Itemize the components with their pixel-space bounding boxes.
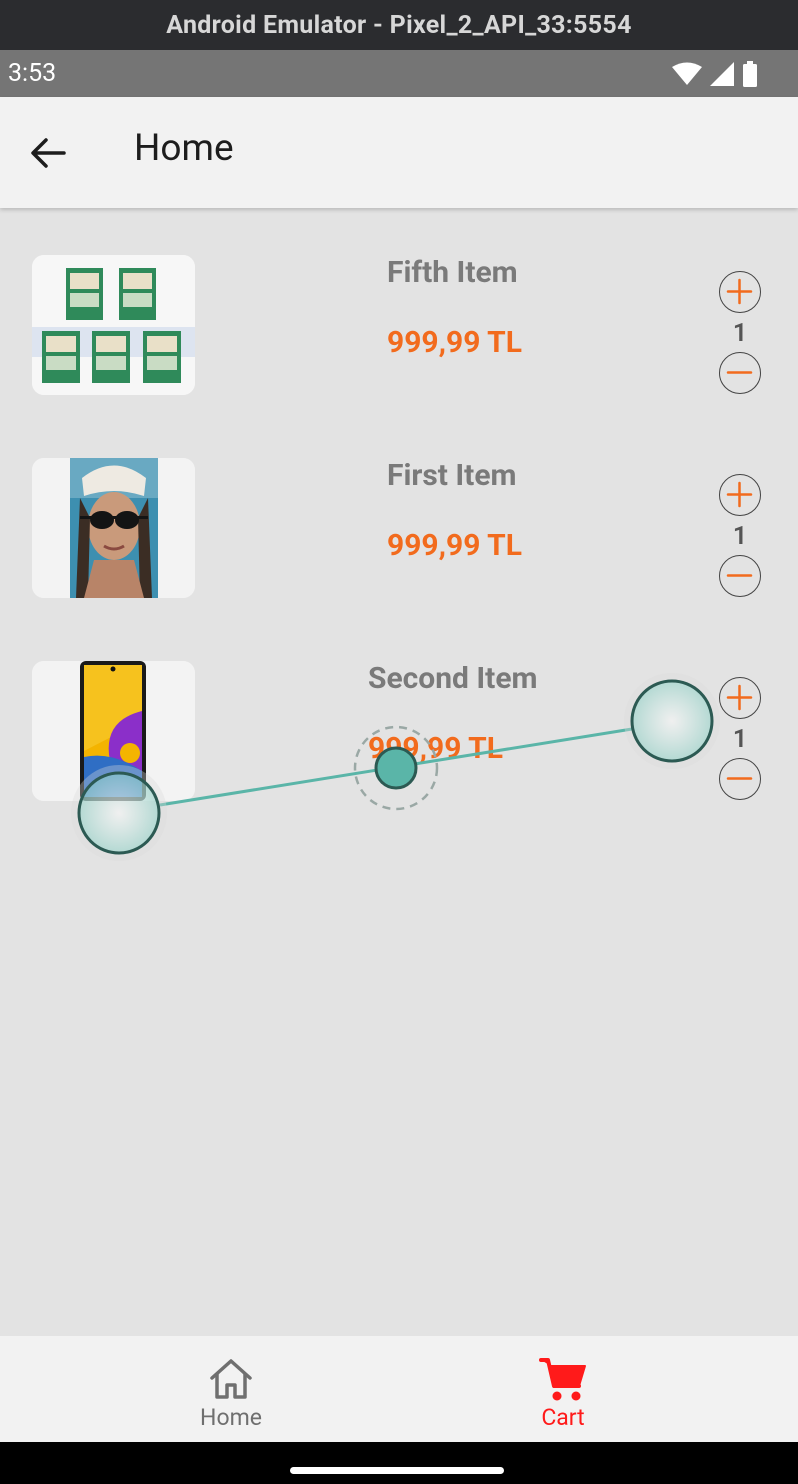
battery-icon xyxy=(743,60,757,87)
item-price: 999,99 TL xyxy=(368,731,503,766)
emulator-title: Android Emulator - Pixel_2_API_33:5554 xyxy=(166,10,632,40)
status-icons xyxy=(672,60,758,87)
arrow-left-icon xyxy=(31,138,66,168)
packaged-product-image xyxy=(32,255,195,395)
minus-icon xyxy=(726,371,753,374)
woman-sunglasses-image xyxy=(32,458,195,598)
minus-icon xyxy=(726,777,753,780)
product-image xyxy=(32,255,195,395)
item-price: 999,99 TL xyxy=(387,325,522,360)
plus-icon xyxy=(726,684,753,711)
increase-quantity-button[interactable] xyxy=(719,474,761,516)
page-title: Home xyxy=(134,127,234,170)
increase-quantity-button[interactable] xyxy=(719,677,761,719)
cart-list: Fifth Item 999,99 TL 1 First Item 999,99… xyxy=(0,208,798,1336)
bottom-navigation: Home Cart xyxy=(0,1336,798,1442)
plus-icon xyxy=(726,278,753,305)
nav-item-home[interactable]: Home xyxy=(131,1336,331,1442)
nav-label-home: Home xyxy=(200,1404,262,1431)
increase-quantity-button[interactable] xyxy=(719,271,761,313)
status-bar: 3:53 xyxy=(0,50,798,97)
status-time: 3:53 xyxy=(8,59,57,88)
quantity-value: 1 xyxy=(732,319,748,348)
nav-item-cart[interactable]: Cart xyxy=(463,1336,663,1442)
decrease-quantity-button[interactable] xyxy=(719,352,761,394)
item-price: 999,99 TL xyxy=(387,528,522,563)
item-name: First Item xyxy=(387,458,517,493)
gesture-navigation-area xyxy=(0,1442,798,1484)
quantity-value: 1 xyxy=(732,725,748,754)
minus-icon xyxy=(726,574,753,577)
app-bar: Home xyxy=(0,97,798,208)
cart-icon xyxy=(539,1358,586,1401)
back-button[interactable] xyxy=(28,133,68,173)
smartphone-image xyxy=(32,661,195,801)
item-name: Second Item xyxy=(368,661,538,696)
item-name: Fifth Item xyxy=(387,255,518,290)
quantity-value: 1 xyxy=(732,522,748,551)
plus-icon xyxy=(726,481,753,508)
home-gesture-handle[interactable] xyxy=(290,1467,504,1474)
nav-label-cart: Cart xyxy=(541,1404,585,1431)
wifi-icon xyxy=(672,62,702,85)
product-image xyxy=(32,661,195,801)
decrease-quantity-button[interactable] xyxy=(719,555,761,597)
signal-icon xyxy=(710,61,734,86)
cart-item-row: Fifth Item 999,99 TL 1 xyxy=(0,255,798,405)
product-image xyxy=(32,458,195,598)
decrease-quantity-button[interactable] xyxy=(719,758,761,800)
home-icon xyxy=(210,1359,252,1399)
cart-item-row: Second Item 999,99 TL 1 xyxy=(0,661,798,811)
cart-item-row: First Item 999,99 TL 1 xyxy=(0,458,798,608)
emulator-title-bar: Android Emulator - Pixel_2_API_33:5554 xyxy=(0,0,798,50)
